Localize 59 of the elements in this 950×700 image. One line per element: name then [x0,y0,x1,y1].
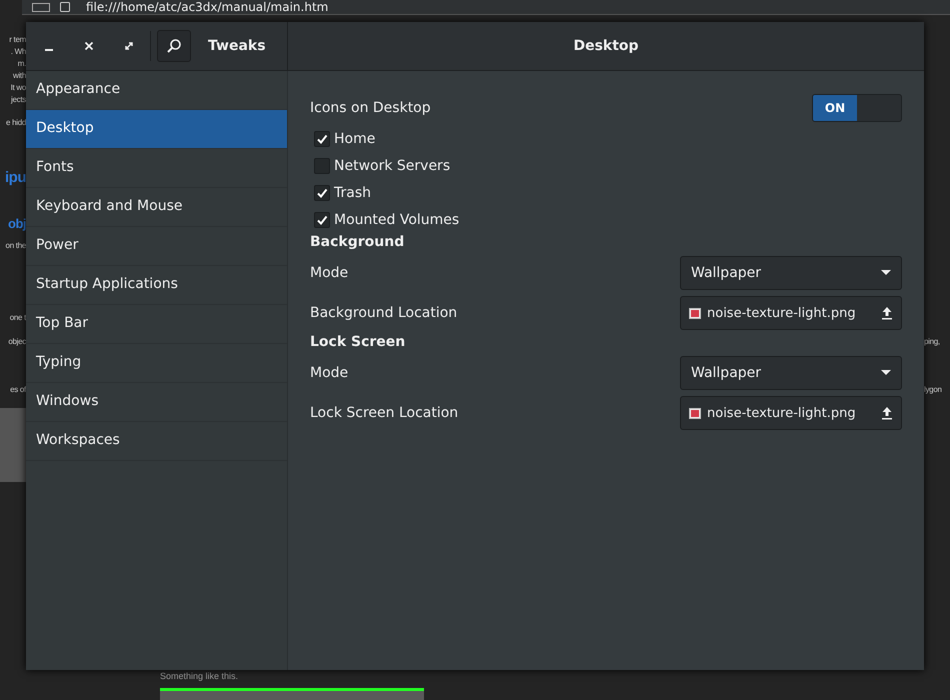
checkbox-option[interactable]: Mounted Volumes [310,206,902,233]
mode-dropdown[interactable]: Wallpaper [680,356,902,390]
upload-icon [881,406,893,420]
sidebar-item[interactable]: Power [26,227,287,266]
toggle-switch[interactable]: ON [812,94,902,122]
page-text-fragment: m. [16,58,26,69]
section-heading: Lock Screen [310,333,406,352]
page-text-fragment: ipu [4,168,26,188]
section-heading: Background [310,233,406,252]
page-text-fragment: with [12,70,26,81]
file-chooser-button[interactable]: noise-texture-light.png [680,396,902,430]
sidebar-item[interactable]: Startup Applications [26,266,287,305]
vpn-badge-icon [32,2,50,12]
search-button[interactable] [157,30,191,62]
setting-label: Mode [310,365,348,381]
page-text-fragment: It wo [10,82,26,93]
page-text-fragment: lygon [924,384,943,395]
upload-icon [881,306,893,320]
image-file-icon [689,308,701,318]
close-icon [84,41,94,51]
maximize-icon [124,41,134,51]
page-text-fragment: r tem [8,34,26,45]
sidebar-item[interactable]: Keyboard and Mouse [26,188,287,227]
checkbox-option[interactable]: Home [310,125,902,152]
sidebar-item[interactable]: Windows [26,383,287,422]
file-chooser-button[interactable]: noise-texture-light.png [680,296,902,330]
minimize-icon [45,49,53,51]
checkmark-icon [316,186,328,198]
page-text-fragment: obj [7,216,26,232]
sidebar-item[interactable]: Top Bar [26,305,287,344]
checkbox-option[interactable]: Network Servers [310,152,902,179]
url-text[interactable]: file:///home/atc/ac3dx/manual/main.htm [86,0,328,14]
setting-label: Lock Screen Location [310,405,458,421]
checkmark-icon [316,132,328,144]
page-text-fragment: es of [9,384,26,395]
page-text-fragment: e hidd [5,117,26,128]
caret-icon [881,270,891,276]
setting-label: Mode [310,265,348,281]
page-text-fragment: objec [7,336,26,347]
page-text-fragment: jects [10,94,26,105]
caret-icon [881,370,891,376]
page-text-fragment: . Wh [10,46,26,57]
checkbox-option[interactable]: Trash [310,179,902,206]
sidebar-item[interactable]: Typing [26,344,287,383]
page-icon [60,2,70,12]
page-text-fragment: ping, [924,336,941,347]
sidebar-item[interactable]: Desktop [26,110,287,149]
setting-label: Icons on Desktop [310,100,431,116]
image-file-icon [689,408,701,418]
app-title: Tweaks [208,38,266,54]
page-caption: Something like this. [160,671,238,682]
panel-title: Desktop [573,38,639,54]
search-icon [166,38,182,54]
mode-dropdown[interactable]: Wallpaper [680,256,902,290]
setting-label: Background Location [310,305,458,321]
page-text-fragment: on the [4,240,26,251]
checkmark-icon [316,214,328,226]
sidebar-item[interactable]: Fonts [26,149,287,188]
sidebar-item[interactable]: Workspaces [26,422,287,461]
